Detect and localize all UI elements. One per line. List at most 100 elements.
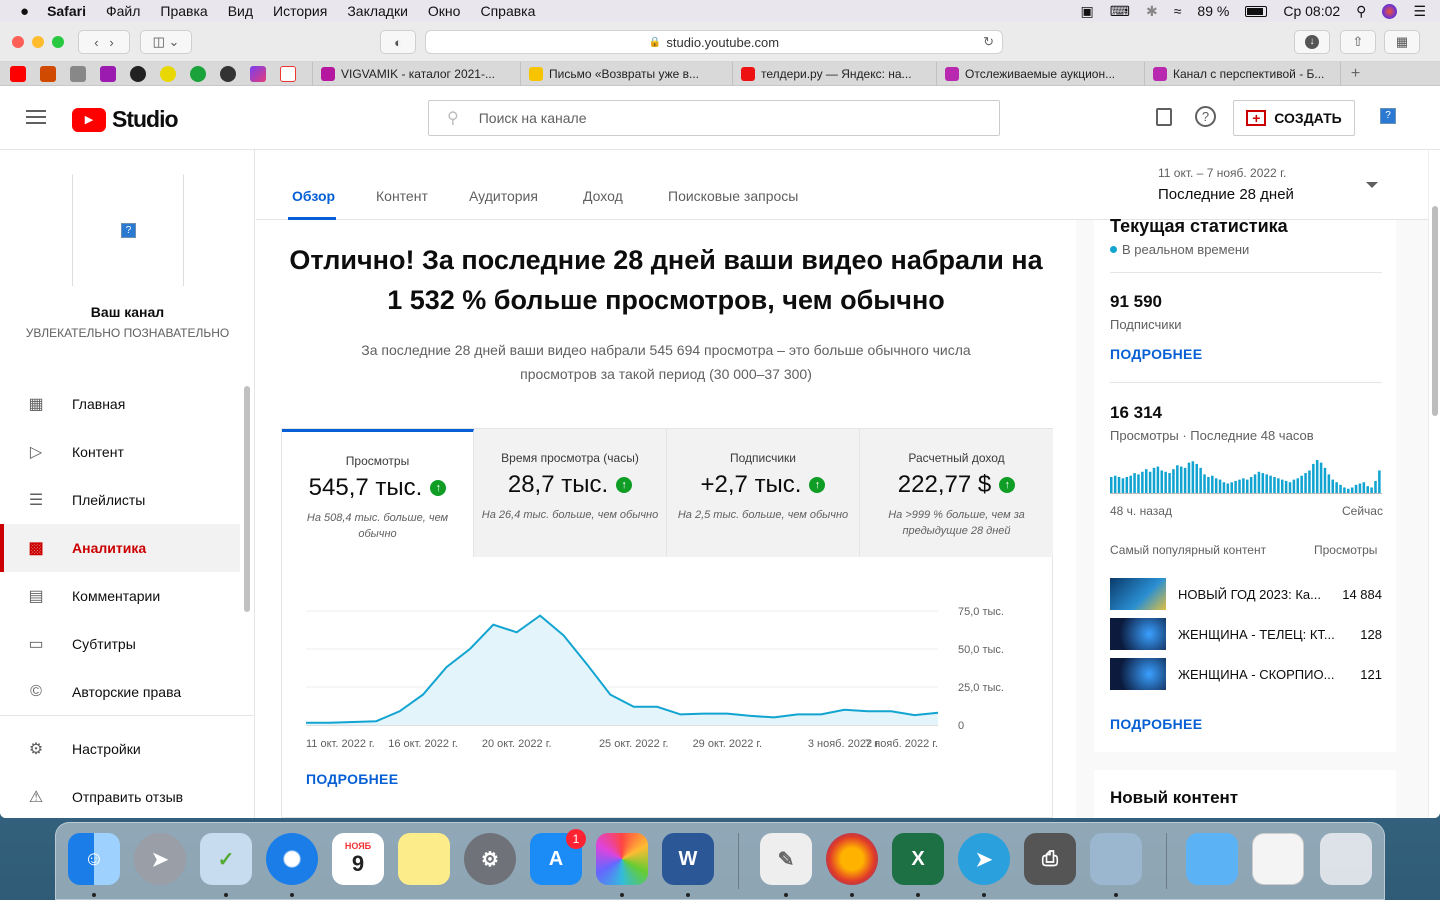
subscribers-more-link[interactable]: ПОДРОБНЕЕ — [1110, 346, 1202, 362]
preview-icon[interactable] — [1090, 833, 1142, 885]
sidebar-item-dashboard[interactable]: ▦ Главная — [0, 380, 240, 428]
back-forward-buttons[interactable]: ‹ › — [78, 30, 130, 54]
keyboard-icon[interactable]: ⌨ — [1110, 3, 1130, 20]
v-favicon-icon[interactable] — [70, 65, 86, 82]
channel-avatar[interactable]: ? — [72, 174, 184, 286]
menu-window[interactable]: Окно — [428, 3, 461, 19]
overview-more-link[interactable]: ПОДРОБНЕЕ — [306, 771, 398, 787]
tab-audience[interactable]: Аудитория — [469, 188, 538, 204]
tab-overview-button[interactable]: ▦ — [1384, 30, 1420, 54]
browser-tab-2[interactable]: Письмо «Возвраты уже в... — [520, 61, 732, 86]
green-favicon-icon[interactable] — [190, 65, 206, 82]
sidebar-item-content[interactable]: ▷ Контент — [0, 428, 240, 476]
top-content-item[interactable]: ЖЕНЩИНА - ТЕЛЕЦ: КТ... 128 — [1110, 618, 1382, 650]
downloads-stack-icon[interactable] — [1252, 833, 1304, 885]
back-icon[interactable]: ‹ — [94, 35, 98, 50]
mail-icon[interactable]: ✓ — [200, 833, 252, 885]
forward-icon[interactable]: › — [109, 35, 113, 50]
top-content-item[interactable]: НОВЫЙ ГОД 2023: Ка... 14 884 — [1110, 578, 1382, 610]
share-button[interactable]: ⇧ — [1340, 30, 1376, 54]
control-center-icon[interactable]: ☰ — [1413, 3, 1426, 20]
downloads-button[interactable]: ↓ — [1294, 30, 1330, 54]
firefox-icon[interactable] — [826, 833, 878, 885]
w-favicon-icon[interactable] — [100, 65, 116, 82]
browser-tab-4[interactable]: Отслеживаемые аукцион... — [936, 61, 1144, 86]
bluetooth-icon[interactable]: ✱ — [1146, 3, 1158, 20]
stripe-favicon-icon[interactable] — [250, 65, 266, 82]
menu-bookmarks[interactable]: Закладки — [347, 3, 408, 19]
youtube-favicon-icon[interactable] — [10, 65, 26, 82]
sidebar-toggle-button[interactable]: ◫ ⌄ — [140, 30, 192, 54]
dark-favicon-icon[interactable] — [220, 65, 236, 82]
trash-icon[interactable] — [1320, 833, 1372, 885]
spotlight-icon[interactable]: ⚲ — [1356, 3, 1366, 20]
sidebar-item-settings[interactable]: ⚙ Настройки — [0, 725, 240, 773]
sidebar-item-playlists[interactable]: ☰ Плейлисты — [0, 476, 240, 524]
slash-favicon-icon[interactable] — [280, 65, 296, 82]
menu-help[interactable]: Справка — [480, 3, 535, 19]
zoom-window-button[interactable] — [52, 36, 64, 48]
safari-icon[interactable] — [266, 833, 318, 885]
feedback-messages-icon[interactable] — [1156, 108, 1172, 126]
minimize-window-button[interactable] — [32, 36, 44, 48]
help-icon[interactable]: ? — [1195, 106, 1216, 127]
new-tab-button[interactable]: + — [1340, 61, 1370, 86]
close-window-button[interactable] — [12, 36, 24, 48]
menu-file[interactable]: Файл — [106, 3, 140, 19]
circle-favicon-icon[interactable] — [130, 65, 146, 82]
channel-search-input[interactable]: ⚲ Поиск на канале — [428, 100, 1000, 136]
apple-icon[interactable]: ● — [20, 3, 29, 20]
top-content-item[interactable]: ЖЕНЩИНА - СКОРПИО... 121 — [1110, 658, 1382, 690]
top-content-more-link[interactable]: ПОДРОБНЕЕ — [1110, 716, 1202, 732]
menu-app-name[interactable]: Safari — [47, 3, 86, 19]
metric-tab-revenue[interactable]: Расчетный доход 222,77 $ ↑ На >999 % боль… — [860, 429, 1053, 557]
folder-icon[interactable] — [1186, 833, 1238, 885]
home-favicon-icon[interactable] — [40, 65, 56, 82]
textedit-icon[interactable]: ✎ — [760, 833, 812, 885]
metric-tab-views[interactable]: Просмотры 545,7 тыс. ↑ На 508,4 тыс. боль… — [282, 429, 474, 557]
privacy-report-button[interactable]: ◐ — [380, 30, 416, 54]
word-icon[interactable]: W — [662, 833, 714, 885]
menu-view[interactable]: Вид — [228, 3, 253, 19]
finder-icon[interactable]: ☺ — [68, 833, 120, 885]
tab-search-queries[interactable]: Поисковые запросы — [668, 188, 798, 204]
excel-icon[interactable]: X — [892, 833, 944, 885]
clock[interactable]: Ср 08:02 — [1283, 3, 1340, 19]
metric-tab-watch-time[interactable]: Время просмотра (часы) 28,7 тыс. ↑ На 26,… — [474, 429, 667, 557]
channel-name[interactable]: УВЛЕКАТЕЛЬНО ПОЗНАВАТЕЛЬНО — [0, 326, 255, 340]
realtime-bar-chart[interactable] — [1110, 458, 1382, 494]
browser-tab-3[interactable]: телдери.ру — Яндекс: на... — [732, 61, 936, 86]
sidebar-item-copyright[interactable]: © Авторские права — [0, 668, 240, 716]
wifi-icon[interactable]: ≈ — [1174, 3, 1182, 19]
launchpad-icon[interactable]: ➤ — [134, 833, 186, 885]
battery-percent[interactable]: 89 % — [1197, 3, 1229, 19]
sidebar-item-subtitles[interactable]: ▭ Субтитры — [0, 620, 240, 668]
notes-icon[interactable] — [398, 833, 450, 885]
menu-edit[interactable]: Правка — [160, 3, 207, 19]
tab-overview[interactable]: Обзор — [292, 188, 335, 204]
hamburger-menu-icon[interactable] — [26, 110, 46, 124]
account-avatar[interactable]: ? — [1380, 108, 1396, 124]
period-selector[interactable]: 11 окт. – 7 нояб. 2022 г. Последние 28 д… — [1158, 166, 1398, 206]
display-icon[interactable]: ▣ — [1081, 3, 1094, 20]
photos-icon[interactable] — [596, 833, 648, 885]
sidebar-item-feedback[interactable]: ⚠ Отправить отзыв — [0, 773, 240, 818]
create-button[interactable]: + СОЗДАТЬ — [1233, 100, 1355, 136]
calendar-icon[interactable]: НОЯБ 9 — [332, 833, 384, 885]
sidebar-scrollbar[interactable] — [244, 386, 250, 612]
metric-tab-subscribers[interactable]: Подписчики +2,7 тыс. ↑ На 2,5 тыс. больше… — [667, 429, 860, 557]
browser-tab-1[interactable]: VIGVAMIK - каталог 2021-... — [312, 61, 520, 86]
page-scrollbar[interactable] — [1428, 150, 1440, 818]
tab-revenue[interactable]: Доход — [583, 188, 623, 204]
menu-history[interactable]: История — [273, 3, 327, 19]
scrollbar-thumb[interactable] — [1432, 206, 1438, 416]
battery-icon[interactable] — [1245, 5, 1268, 17]
yellow-favicon-icon[interactable] — [160, 65, 176, 82]
browser-tab-5[interactable]: Канал с перспективой - Б... — [1144, 61, 1340, 86]
system-preferences-icon[interactable]: ⚙ — [464, 833, 516, 885]
telegram-icon[interactable]: ➤ — [958, 833, 1010, 885]
sidebar-item-analytics[interactable]: ▩ Аналитика — [0, 524, 240, 572]
printer-icon[interactable]: ⎙ — [1024, 833, 1076, 885]
sidebar-item-comments[interactable]: ▤ Комментарии — [0, 572, 240, 620]
reload-icon[interactable]: ↻ — [983, 34, 994, 50]
